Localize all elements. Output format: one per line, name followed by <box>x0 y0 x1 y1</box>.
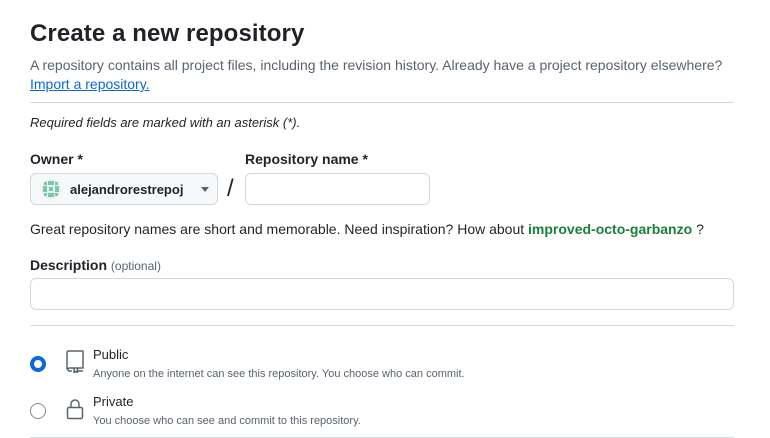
divider <box>30 325 734 326</box>
repository-name-input[interactable] <box>245 173 430 205</box>
suggested-name-link[interactable]: improved-octo-garbanzo <box>528 221 692 237</box>
required-fields-note: Required fields are marked with an aster… <box>30 115 301 130</box>
divider <box>30 102 734 103</box>
page-title: Create a new repository <box>30 20 305 47</box>
repo-icon <box>66 350 84 373</box>
import-repository-link[interactable]: Import a repository. <box>30 76 150 92</box>
public-description: Anyone on the internet can see this repo… <box>93 368 465 380</box>
public-label: Public <box>93 347 129 362</box>
private-description: You choose who can see and commit to thi… <box>93 415 361 427</box>
owner-label: Owner * <box>30 151 83 167</box>
chevron-down-icon <box>201 186 209 192</box>
private-label: Private <box>93 394 134 409</box>
description-label: Description (optional) <box>30 257 161 273</box>
owner-name: alejandrorestrepoj <box>70 181 184 197</box>
repository-name-label: Repository name * <box>245 151 368 167</box>
description-label-text: Description <box>30 257 108 273</box>
optional-tag: (optional) <box>110 259 161 273</box>
name-suggestion-hint: Great repository names are short and mem… <box>30 221 704 237</box>
page-subtitle: A repository contains all project files,… <box>30 57 723 73</box>
lock-icon <box>66 399 84 420</box>
public-radio[interactable] <box>30 356 46 372</box>
hint-suffix: ? <box>696 221 704 237</box>
private-radio[interactable] <box>30 403 46 419</box>
owner-dropdown-button[interactable]: alejandrorestrepoj <box>30 173 218 205</box>
avatar <box>41 179 61 199</box>
description-input[interactable] <box>30 278 734 310</box>
owner-repo-separator: / <box>227 175 234 202</box>
hint-text: Great repository names are short and mem… <box>30 221 525 237</box>
